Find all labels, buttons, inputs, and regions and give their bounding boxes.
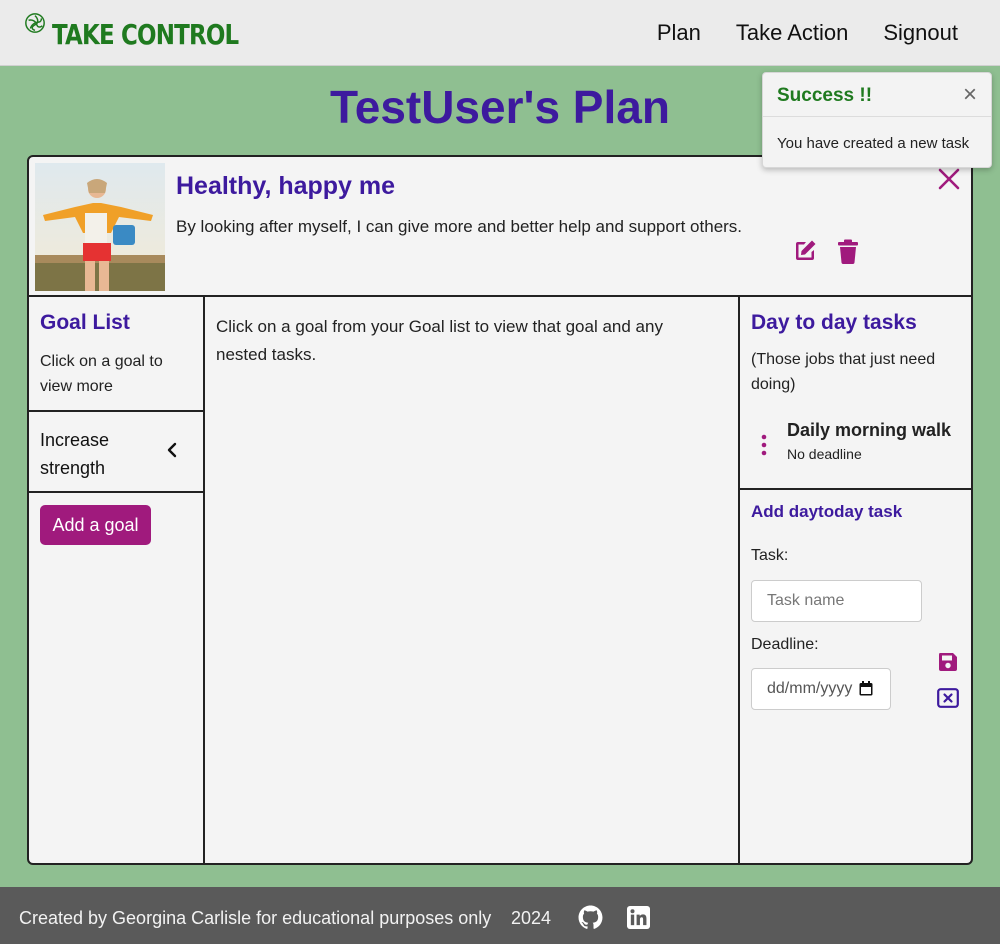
nav-take-action[interactable]: Take Action [736,20,849,46]
task-name: Daily morning walk [787,420,952,440]
brand-logo[interactable]: TAKE CONTROL [24,12,279,60]
goal-detail-message: Click on a goal from your Goal list to v… [216,317,663,364]
nav-links: Plan Take Action Signout [657,20,958,46]
toast-title: Success !! [777,85,873,106]
chevron-left-icon [167,442,177,458]
goal-list-subtext: Click on a goal to view more [40,353,163,395]
task-name-input[interactable] [751,580,922,622]
deadline-date-input[interactable]: dd/mm/yyyy [751,668,891,710]
footer-credit: Created by Georgina Carlisle for educati… [19,908,492,928]
add-goal-button[interactable]: Add a goal [40,505,151,545]
footer-year: 2024 [511,908,552,928]
save-icon[interactable] [938,652,958,672]
plan-card: Healthy, happy me By looking after mysel… [27,155,973,865]
task-field-label: Task: [751,547,789,564]
close-icon[interactable] [937,167,961,191]
deadline-field-label: Deadline: [751,636,819,653]
toast-header: Success !! × [763,73,991,117]
edit-icon[interactable] [793,239,817,263]
goal-item[interactable]: Increase strength [29,412,203,491]
nav-plan[interactable]: Plan [657,20,701,46]
kebab-menu-icon[interactable] [760,434,768,456]
add-task-heading: Add daytoday task [751,502,903,521]
cancel-icon[interactable] [937,688,959,708]
divider [29,491,203,493]
success-toast: Success !! × You have created a new task [762,72,992,168]
footer: Created by Georgina Carlisle for educati… [0,887,1000,944]
task-deadline: No deadline [787,446,862,462]
toast-message: You have created a new task [777,135,970,152]
github-icon[interactable] [578,905,603,930]
daytoday-subtext: (Those jobs that just need doing) [751,351,936,393]
calendar-icon[interactable] [859,681,873,696]
goal-list-panel: Goal List Click on a goal to view more I… [29,297,205,863]
trash-icon[interactable] [837,239,859,264]
plan-title: Healthy, happy me [176,172,396,200]
plan-photo [35,163,165,291]
brand-icon [25,13,45,33]
nav-signout[interactable]: Signout [883,20,958,46]
toast-close-icon[interactable]: × [963,81,977,109]
date-placeholder: dd/mm/yyyy [767,680,853,697]
brand-name: TAKE CONTROL [52,18,239,51]
navbar: TAKE CONTROL Plan Take Action Signout [0,0,1000,66]
daytoday-panel: Day to day tasks (Those jobs that just n… [740,297,971,863]
divider [740,488,971,490]
plan-description: By looking after myself, I can give more… [176,217,743,236]
goal-item-label: Increase strength [40,430,110,478]
daytoday-heading: Day to day tasks [751,311,917,334]
linkedin-icon[interactable] [627,906,650,929]
plan-header: Healthy, happy me By looking after mysel… [29,157,971,297]
goal-list-heading: Goal List [40,311,130,334]
goal-detail-panel: Click on a goal from your Goal list to v… [205,297,740,863]
